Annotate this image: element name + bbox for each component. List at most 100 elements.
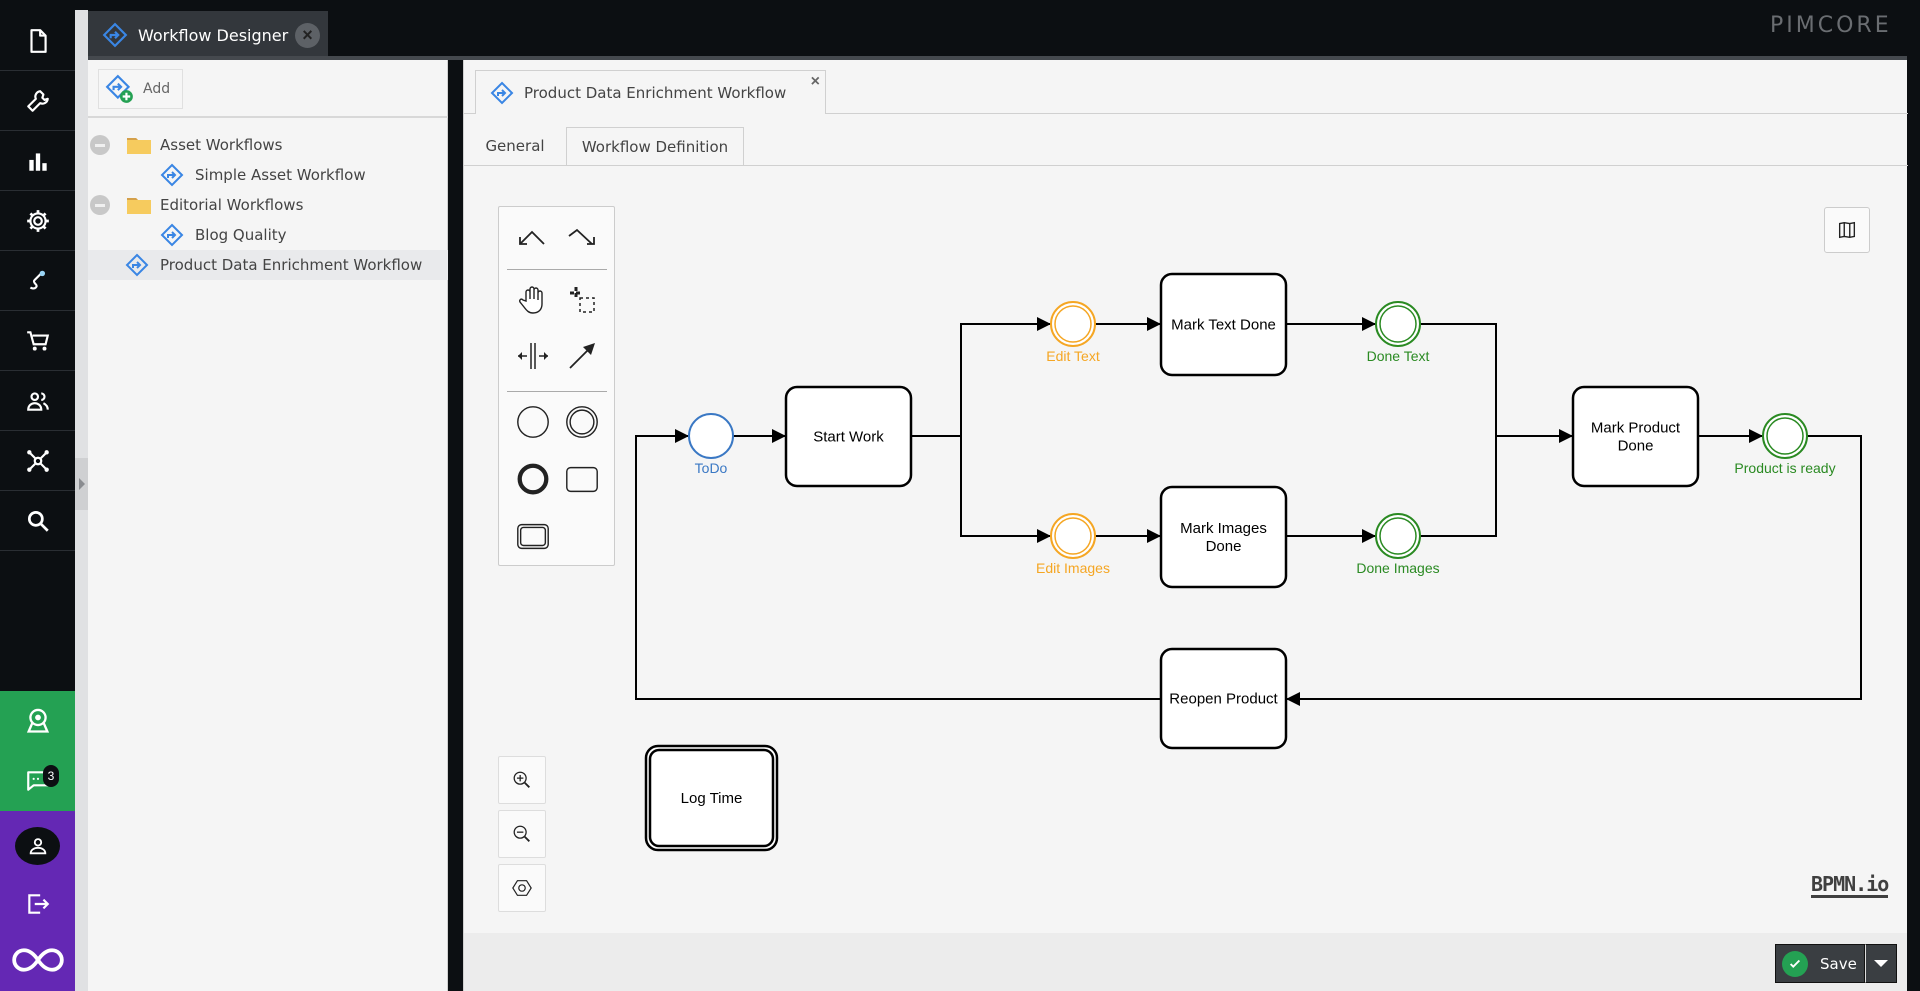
zoom-out-button[interactable] <box>498 810 546 858</box>
undo-button[interactable] <box>510 215 556 261</box>
place-edit_images[interactable]: Edit Images <box>1036 513 1110 576</box>
place-circle <box>1375 301 1421 347</box>
cart-icon <box>26 330 49 351</box>
transition-label: Mark Images <box>1180 520 1267 537</box>
wrench-icon <box>26 89 49 112</box>
collapse-icon[interactable] <box>90 195 110 215</box>
place-label: Done Text <box>1367 348 1430 364</box>
transition-mark_product_done[interactable]: Mark ProductDone <box>1571 385 1700 488</box>
tree-item-simple-asset-workflow[interactable]: Simple Asset Workflow <box>88 160 448 190</box>
transition-label: Mark Product <box>1591 420 1681 437</box>
create-place-button[interactable] <box>510 399 556 445</box>
transition-mark_text_done[interactable]: Mark Text Done <box>1159 272 1288 377</box>
webcam-icon <box>26 708 49 733</box>
sidebar-item-network[interactable] <box>0 431 75 491</box>
save-button[interactable]: Save <box>1775 944 1865 983</box>
infinity-icon <box>11 948 64 972</box>
sidebar-item-users[interactable] <box>0 371 75 431</box>
transition-start_work[interactable]: Start Work <box>784 385 913 488</box>
edge-done_text-mark_product_done[interactable] <box>1420 323 1573 443</box>
transition-mark_images_done[interactable]: Mark ImagesDone <box>1159 485 1288 589</box>
check-icon <box>1782 950 1808 977</box>
workflow-tree-panel: Add Asset Workflows Simple Asset Workflo… <box>88 60 448 991</box>
add-workflow-button[interactable]: Add <box>98 69 183 109</box>
create-end-place-button[interactable] <box>510 456 556 502</box>
pimcore-home-button[interactable] <box>0 929 75 991</box>
connect-tool-button[interactable] <box>559 333 605 379</box>
tab-workflow-definition[interactable]: Workflow Definition <box>566 127 744 165</box>
edge-done_images-mark_product_done[interactable] <box>1420 436 1497 537</box>
place-circle <box>688 413 734 459</box>
user-icon <box>29 838 46 855</box>
tree-folder-asset-workflows[interactable]: Asset Workflows <box>88 130 448 160</box>
sidebar-item-ecommerce[interactable] <box>0 311 75 371</box>
connect-tool-icon <box>569 343 595 369</box>
reset-zoom-button[interactable] <box>498 864 546 912</box>
place-circle <box>1375 513 1421 559</box>
sidebar-item-tools[interactable] <box>0 71 75 131</box>
workflow-icon <box>125 253 149 277</box>
search-icon <box>27 510 49 532</box>
create-global-transition-button[interactable] <box>510 513 556 559</box>
map-icon <box>1838 221 1856 239</box>
tree-item-label: Product Data Enrichment Workflow <box>160 256 423 274</box>
zoom-in-button[interactable] <box>498 756 546 804</box>
place-edit_text[interactable]: Edit Text <box>1046 301 1100 364</box>
reset-zoom-icon <box>512 880 532 896</box>
lasso-tool-button[interactable] <box>559 277 605 323</box>
tree-item-label: Blog Quality <box>195 226 287 244</box>
workflow-diagram[interactable]: ToDo Edit Text Edit Images Done Text Done Im… <box>464 166 1907 933</box>
redo-button[interactable] <box>559 215 605 261</box>
profile-button[interactable] <box>0 816 75 876</box>
palette-separator <box>507 269 607 270</box>
collapse-icon[interactable] <box>90 135 110 155</box>
create-transition-button[interactable] <box>559 456 605 502</box>
tree-item-blog-quality[interactable]: Blog Quality <box>88 220 448 250</box>
tab-product-data-enrichment-workflow[interactable]: Product Data Enrichment Workflow × <box>475 70 826 114</box>
workflow-icon <box>102 22 128 48</box>
tree-item-label: Simple Asset Workflow <box>195 166 366 184</box>
avatar <box>15 827 60 865</box>
tool-palette <box>498 206 615 566</box>
nodes-layer: ToDo Edit Text Edit Images Done Text Done Im… <box>644 272 1836 852</box>
editor-footer: Save <box>464 933 1907 991</box>
place-label: Edit Images <box>1036 560 1110 576</box>
sidebar-item-settings[interactable] <box>0 191 75 251</box>
panel-collapse-handle[interactable] <box>75 458 88 510</box>
notifications-button[interactable]: 3 <box>0 751 75 811</box>
space-tool-icon <box>518 343 548 369</box>
tab-general[interactable]: General <box>464 127 566 165</box>
close-icon[interactable]: × <box>811 73 820 91</box>
space-tool-button[interactable] <box>510 333 556 379</box>
transition-log_time[interactable]: Log Time <box>644 744 779 852</box>
undo-icon <box>519 230 545 245</box>
webcam-button[interactable] <box>0 691 75 751</box>
bpmn-io-logo[interactable]: BPMN.io <box>1811 873 1889 898</box>
close-icon[interactable]: × <box>295 23 320 48</box>
place-todo[interactable]: ToDo <box>688 413 734 476</box>
tab-workflow-designer[interactable]: Workflow Designer × <box>88 11 328 59</box>
save-options-dropdown[interactable] <box>1865 944 1897 983</box>
tree-item-product-data-enrichment[interactable]: Product Data Enrichment Workflow <box>88 250 448 280</box>
tree-folder-editorial-workflows[interactable]: Editorial Workflows <box>88 190 448 220</box>
edge-start_work-edit_images[interactable] <box>960 436 1051 543</box>
sidebar-item-datahub[interactable] <box>0 251 75 311</box>
tree-toolbar: Add <box>88 60 448 118</box>
document-icon <box>29 28 47 53</box>
sidebar-item-marketing[interactable] <box>0 131 75 191</box>
place-done_text[interactable]: Done Text <box>1367 301 1430 364</box>
create-intermediate-place-button[interactable] <box>559 399 605 445</box>
minimap-toggle-button[interactable] <box>1824 207 1870 253</box>
place-label: ToDo <box>695 460 728 476</box>
sidebar-item-documents[interactable] <box>0 11 75 71</box>
hand-tool-button[interactable] <box>510 277 556 323</box>
place-done_images[interactable]: Done Images <box>1356 513 1440 576</box>
transition-reopen_product[interactable]: Reopen Product <box>1159 647 1288 750</box>
notification-count-badge: 3 <box>43 765 59 787</box>
edge-start_work-edit_text[interactable] <box>911 317 1051 437</box>
bpmn-canvas[interactable]: ToDo Edit Text Edit Images Done Text Done Im… <box>464 166 1907 933</box>
place-product_ready[interactable]: Product is ready <box>1734 413 1836 476</box>
logout-button[interactable] <box>0 874 75 934</box>
sidebar-item-search[interactable] <box>0 491 75 551</box>
place-label: Done Images <box>1356 560 1439 576</box>
